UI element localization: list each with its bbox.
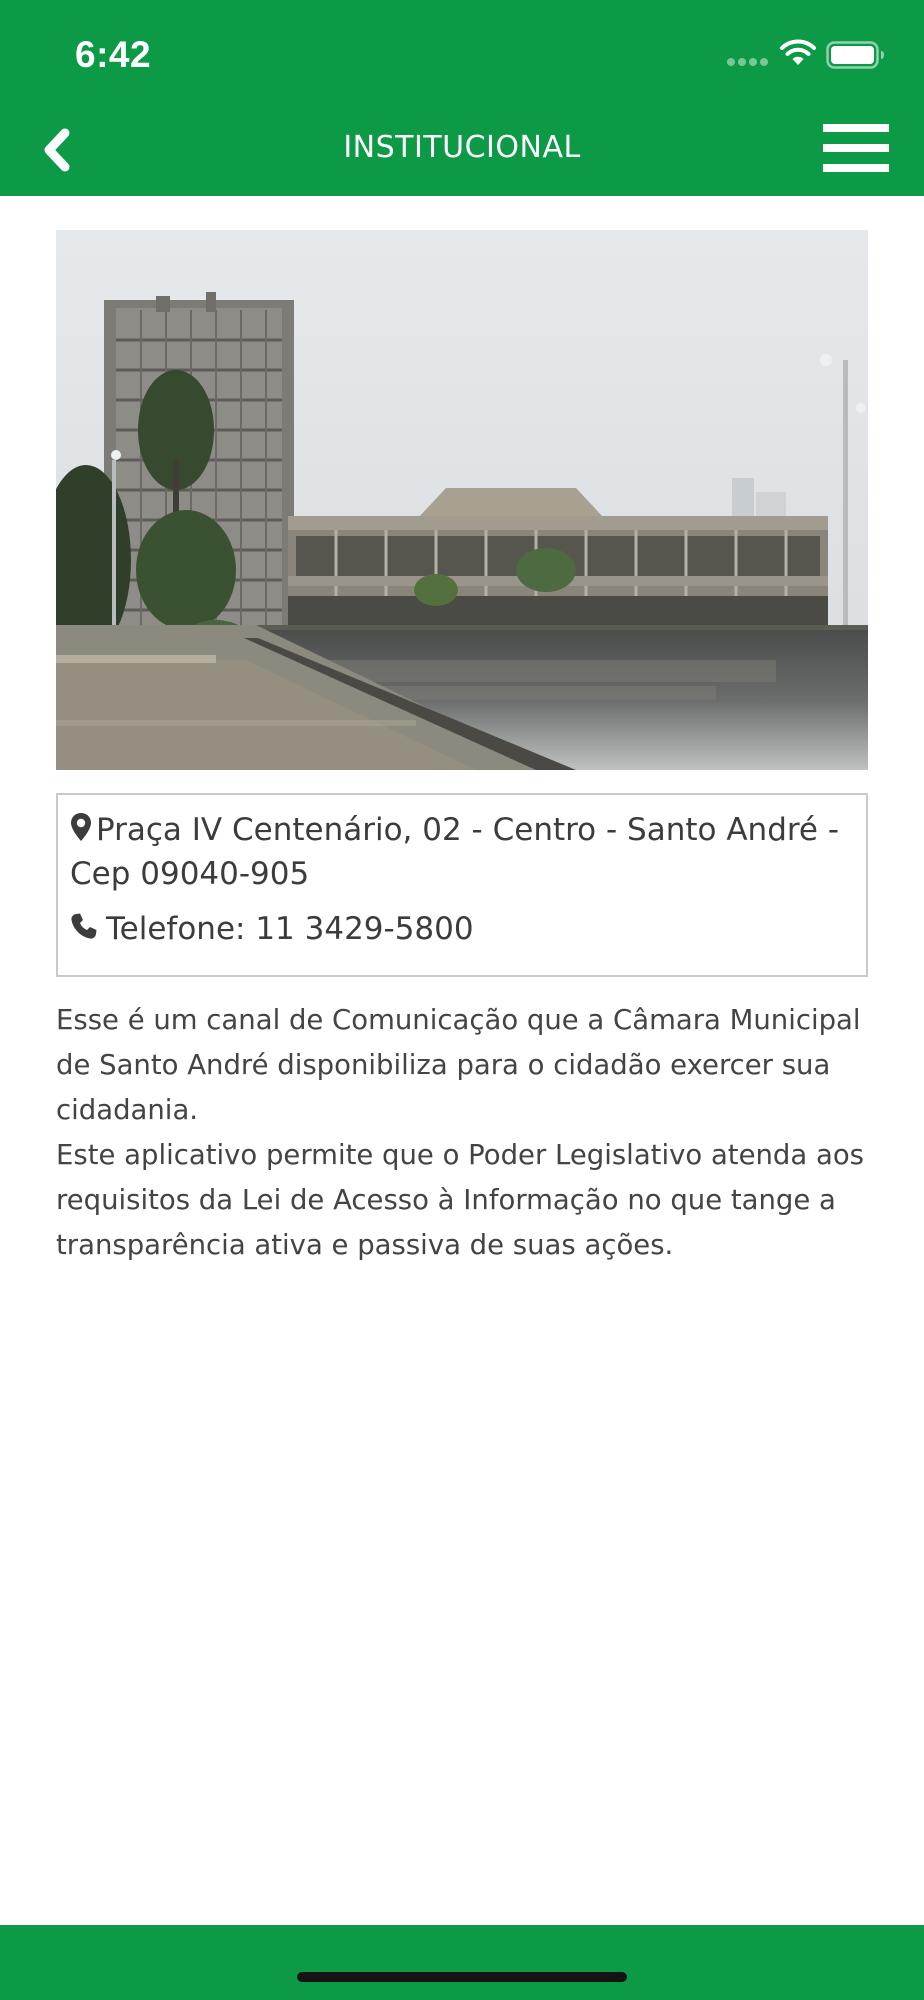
page-title: INSTITUCIONAL — [343, 130, 581, 165]
phone-text[interactable]: Telefone: 11 3429-5800 — [70, 907, 474, 951]
cellular-signal-icon — [727, 58, 769, 68]
address-line-1: Praça IV Centenário, 02 - Centro - Santo… — [96, 812, 840, 848]
contact-info-box: Praça IV Centenário, 02 - Centro - Santo… — [56, 793, 868, 977]
address-text: Praça IV Centenário, 02 - Centro - Santo… — [70, 808, 860, 896]
address-line-2: Cep 09040-905 — [70, 856, 310, 892]
bottom-bar — [0, 1925, 924, 2000]
home-indicator[interactable] — [297, 1972, 627, 1982]
status-time: 6:42 — [75, 34, 152, 75]
hamburger-menu-icon[interactable] — [820, 122, 892, 174]
wifi-icon — [780, 39, 816, 65]
building-photo — [56, 230, 868, 770]
phone-number: Telefone: 11 3429-5800 — [106, 911, 474, 947]
map-marker-icon — [71, 813, 91, 841]
description-paragraph-2: Este aplicativo permite que o Poder Legi… — [56, 1139, 864, 1261]
phone-icon — [71, 913, 97, 939]
institutional-description: Esse é um canal de Comunicação que a Câm… — [56, 998, 868, 1268]
description-paragraph-1: Esse é um canal de Comunicação que a Câm… — [56, 1004, 861, 1126]
battery-icon — [826, 41, 884, 69]
app-header: 6:42 INSTITUCIONAL — [0, 0, 924, 196]
